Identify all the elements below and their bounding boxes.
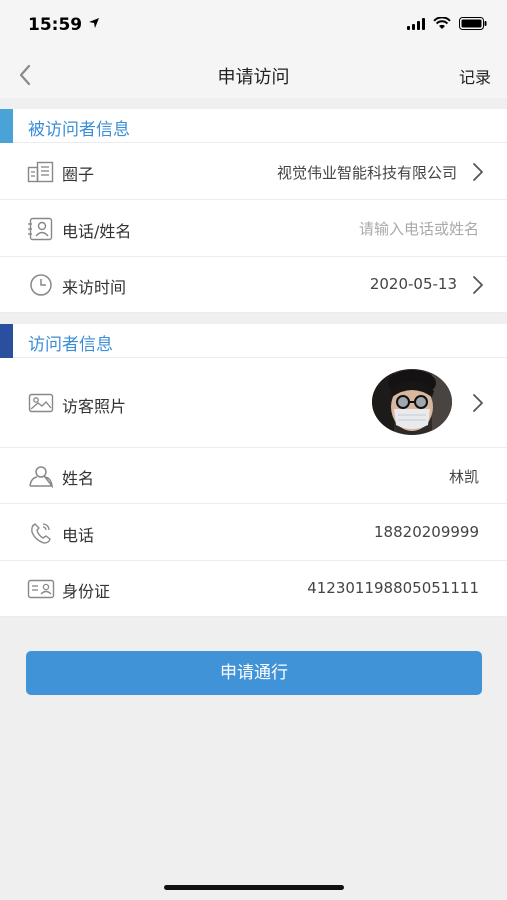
building-icon — [27, 161, 54, 183]
visitor-section-accent — [0, 324, 13, 358]
page-title: 申请访问 — [217, 67, 290, 88]
location-arrow-icon — [89, 18, 99, 28]
chevron-right-icon — [473, 163, 483, 181]
circle-value: 视觉伟业智能科技有限公司 — [276, 164, 457, 182]
host-section-header: 被访问者信息 — [0, 109, 507, 143]
host-contact-label: 电话/姓名 — [62, 222, 132, 241]
chevron-right-icon — [473, 276, 483, 294]
photo-icon — [28, 393, 54, 413]
status-time: 15:59 — [28, 15, 83, 35]
apply-pass-button[interactable]: 申请通行 — [26, 651, 482, 695]
visitor-name-label: 姓名 — [62, 469, 95, 488]
visit-time-row[interactable]: 来访时间 2020-05-13 — [0, 257, 507, 313]
visitor-section-title: 访问者信息 — [28, 335, 113, 355]
circle-label: 圈子 — [62, 165, 95, 184]
signal-icon — [407, 17, 425, 30]
wifi-icon — [433, 17, 451, 29]
circle-row[interactable]: 圈子 视觉伟业智能科技有限公司 — [0, 143, 507, 200]
visitor-id-row: 身份证 412301198805051111 — [0, 561, 507, 617]
visitor-photo-row[interactable]: 访客照片 — [0, 358, 507, 448]
home-indicator — [164, 885, 344, 890]
phone-icon — [31, 523, 51, 544]
clock-icon — [30, 274, 52, 296]
visitor-phone-row: 电话 18820209999 — [0, 504, 507, 561]
host-section-title: 被访问者信息 — [28, 120, 130, 140]
visitor-photo-label: 访客照片 — [62, 397, 127, 416]
battery-icon — [459, 17, 487, 30]
person-icon — [29, 466, 54, 488]
host-contact-input[interactable]: 请输入电话或姓名 — [359, 218, 479, 239]
host-section-accent — [0, 109, 13, 143]
contact-card-icon — [28, 217, 53, 241]
record-button[interactable]: 记录 — [459, 64, 491, 88]
visitor-avatar[interactable] — [372, 369, 452, 435]
visitor-phone-label: 电话 — [62, 526, 95, 545]
visitor-phone-value: 18820209999 — [374, 523, 479, 541]
nav-bar: 申请访问 记录 — [0, 52, 507, 98]
visitor-name-row: 姓名 林凯 — [0, 448, 507, 504]
visitor-name-value: 林凯 — [448, 468, 479, 486]
visit-time-value: 2020-05-13 — [369, 275, 457, 293]
chevron-right-icon — [473, 394, 483, 412]
visitor-section-header: 访问者信息 — [0, 324, 507, 358]
visitor-id-value: 412301198805051111 — [307, 579, 479, 597]
id-card-icon — [27, 579, 55, 599]
visit-time-label: 来访时间 — [62, 278, 127, 297]
visitor-id-label: 身份证 — [62, 582, 111, 601]
host-contact-row: 电话/姓名 请输入电话或姓名 — [0, 200, 507, 257]
status-bar: 15:59 — [0, 0, 507, 52]
